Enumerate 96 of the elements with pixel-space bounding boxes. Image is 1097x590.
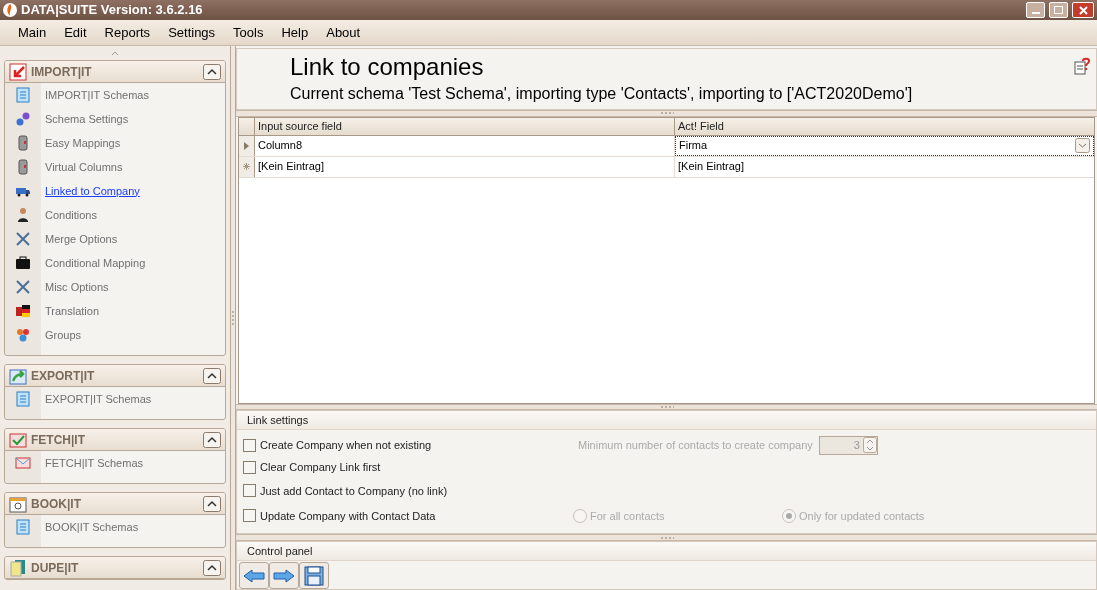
group-title: IMPORT|IT <box>31 63 93 81</box>
table-cell: Column8 <box>255 135 675 156</box>
column-header[interactable]: Input source field <box>255 117 675 135</box>
radio-label: Only for updated contacts <box>799 508 925 524</box>
splitter-grip[interactable] <box>659 536 674 539</box>
back-button[interactable] <box>239 562 269 589</box>
group-title: BOOK|IT <box>31 495 83 513</box>
column-header[interactable]: Act! Field <box>675 117 1094 135</box>
collapse-button[interactable] <box>203 63 221 80</box>
panel-title: Control panel <box>247 543 313 559</box>
cylinder-icon <box>15 135 31 151</box>
flame-icon <box>3 2 17 18</box>
menu-item[interactable]: Edit <box>56 21 95 44</box>
envelope-icon <box>9 430 27 449</box>
checkbox-label: Create Company when not existing <box>260 438 432 454</box>
checkbox[interactable] <box>243 438 256 452</box>
save-button[interactable] <box>299 562 329 589</box>
help-icon[interactable] <box>1074 57 1090 75</box>
field-label: Minimum number of contacts to create company <box>578 438 813 454</box>
group-title: DUPE|IT <box>31 559 80 577</box>
list-icon <box>15 519 31 535</box>
current-row-icon <box>244 141 249 150</box>
minimize-button[interactable] <box>1026 2 1045 18</box>
sidebar-item[interactable]: Conditions <box>45 206 97 224</box>
collapse-button[interactable] <box>203 495 221 512</box>
checkbox-label: Just add Contact to Company (no link) <box>260 483 448 499</box>
briefcase-icon <box>15 255 31 271</box>
splitter-grip[interactable] <box>659 112 674 115</box>
sidebar-item[interactable]: FETCH|IT Schemas <box>45 454 143 472</box>
forward-button[interactable] <box>269 562 299 589</box>
sidebar-item[interactable]: Merge Options <box>45 230 118 248</box>
flags-icon <box>15 303 31 319</box>
collapse-button[interactable] <box>203 431 221 448</box>
page-subtitle: Current schema 'Test Schema', importing type 'Contacts', importing to ['ACT2020Demo'] <box>290 84 913 104</box>
gears-icon <box>15 111 31 127</box>
tools-icon <box>15 231 31 247</box>
menu-item[interactable]: Main <box>10 21 55 44</box>
panel-title: Link settings <box>247 413 309 429</box>
checkbox[interactable] <box>243 460 256 474</box>
maximize-icon <box>1054 6 1063 14</box>
person-icon <box>15 207 31 223</box>
sidebar-item[interactable]: Groups <box>45 326 82 344</box>
menu-item[interactable]: Tools <box>225 21 272 44</box>
close-icon <box>1078 5 1088 15</box>
list-icon <box>15 87 31 103</box>
close-button[interactable] <box>1072 2 1094 18</box>
spinner-value: 3 <box>853 438 861 454</box>
left-arrow-icon <box>243 568 265 583</box>
sidebar-item[interactable]: Linked to Company <box>45 182 140 200</box>
checkbox[interactable] <box>243 509 256 523</box>
right-arrow-icon <box>273 568 295 583</box>
menu-item[interactable]: Reports <box>96 21 159 44</box>
maximize-button[interactable] <box>1049 2 1068 18</box>
group-header[interactable]: FETCH|IT <box>5 429 225 451</box>
scroll-up-icon[interactable] <box>111 50 119 56</box>
table-cell: [Kein Eintrag] <box>255 156 675 177</box>
checkbox-label: Clear Company Link first <box>260 460 381 476</box>
sidebar-item[interactable]: Virtual Columns <box>45 158 123 176</box>
minimize-icon <box>1031 12 1040 14</box>
sidebar-item[interactable]: Easy Mappings <box>45 134 121 152</box>
people-icon <box>15 327 31 343</box>
sidebar-item[interactable]: IMPORT|IT Schemas <box>45 86 149 104</box>
cylinder-icon <box>15 159 31 175</box>
sidebar-item[interactable]: Conditional Mapping <box>45 254 146 272</box>
table-cell-text: [Kein Eintrag] <box>677 159 746 175</box>
group-title: FETCH|IT <box>31 431 87 449</box>
group-header[interactable]: EXPORT|IT <box>5 365 225 387</box>
documents-icon <box>9 558 27 577</box>
group-header[interactable]: IMPORT|IT <box>5 61 225 83</box>
new-row-icon <box>243 163 250 171</box>
page-title: Link to companies <box>290 52 485 82</box>
calendar-icon <box>9 494 27 513</box>
group-header[interactable]: DUPE|IT <box>5 557 225 579</box>
export-icon <box>9 366 27 385</box>
group-header[interactable]: BOOK|IT <box>5 493 225 515</box>
menu-item[interactable]: Help <box>273 21 317 44</box>
checkbox[interactable] <box>243 484 256 498</box>
sidebar-item[interactable]: Misc Options <box>45 278 109 296</box>
import-icon <box>9 62 27 81</box>
sidebar-item[interactable]: BOOK|IT Schemas <box>45 518 139 536</box>
tools-icon <box>15 279 31 295</box>
list-icon <box>15 391 31 407</box>
dropdown-value: Firma <box>679 138 709 154</box>
window-title: DATA|SUITE Version: 3.6.2.16 <box>21 1 204 20</box>
menu-item[interactable]: Settings <box>160 21 224 44</box>
sidebar-item[interactable]: Translation <box>45 302 99 320</box>
menu-item[interactable]: About <box>318 21 369 44</box>
sidebar-item[interactable]: Schema Settings <box>45 110 129 128</box>
collapse-button[interactable] <box>203 559 221 576</box>
group-title: EXPORT|IT <box>31 367 96 385</box>
sidebar-item[interactable]: EXPORT|IT Schemas <box>45 390 152 408</box>
collapse-button[interactable] <box>203 367 221 384</box>
dropdown-field[interactable]: Firma <box>675 135 1094 156</box>
envelope-icon <box>15 455 31 471</box>
checkbox-label: Update Company with Contact Data <box>260 508 436 524</box>
radio-label: For all contacts <box>590 508 665 524</box>
